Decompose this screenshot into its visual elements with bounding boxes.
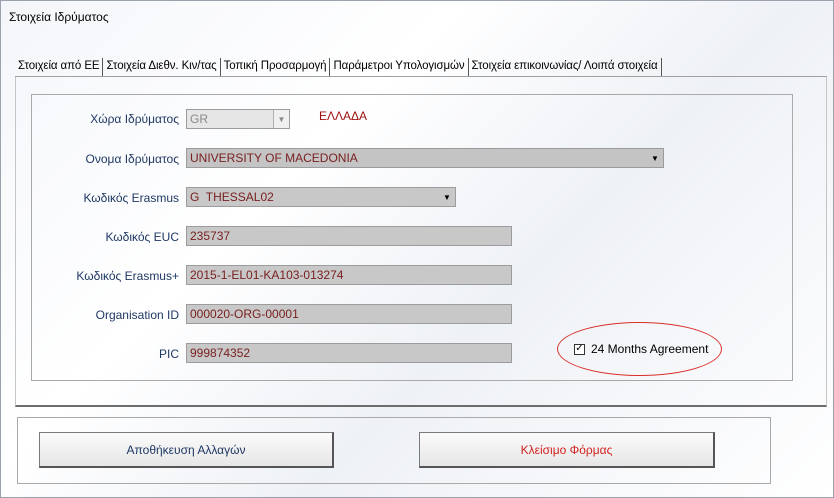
- tab-eu-data[interactable]: Στοιχεία από ΕΕ: [15, 58, 104, 77]
- institution-name-value: UNIVERSITY OF MACEDONIA: [190, 151, 358, 165]
- close-form-button[interactable]: Κλείσιμο Φόρμας: [419, 432, 715, 468]
- tab-local-customization[interactable]: Τοπική Προσαρμογή: [221, 58, 331, 77]
- pic-field[interactable]: 999874352: [186, 343, 512, 363]
- chevron-down-icon[interactable]: ▼: [439, 188, 455, 206]
- country-dropdown[interactable]: GR ▼: [186, 109, 290, 129]
- tab-strip: Στοιχεία από ΕΕ Στοιχεία Διεθν. Κιν/τας …: [15, 58, 662, 77]
- months-agreement-label: 24 Months Agreement: [591, 342, 709, 356]
- erasmus-plus-code-label: Κωδικός Erasmus+: [76, 269, 179, 283]
- tab-international-mobility[interactable]: Στοιχεία Διεθν. Κιν/τας: [103, 58, 221, 77]
- chevron-down-icon[interactable]: ▼: [273, 110, 289, 128]
- erasmus-plus-code-field[interactable]: 2015-1-EL01-KA103-013274: [186, 265, 512, 285]
- window-title: Στοιχεία Ιδρύματος: [9, 10, 109, 24]
- check-icon: ✓: [575, 343, 584, 354]
- tab-calculation-parameters[interactable]: Παράμετροι Υπολογισμών: [330, 58, 469, 77]
- tab-contact-other[interactable]: Στοιχεία επικοινωνίας/ Λοιπά στοιχεία: [469, 58, 662, 77]
- form-window: Στοιχεία Ιδρύματος Στοιχεία από ΕΕ Στοιχ…: [0, 0, 834, 498]
- months-agreement-checkbox[interactable]: ✓: [574, 343, 585, 355]
- erasmus-code-label: Κωδικός Erasmus: [83, 191, 179, 205]
- months-agreement-checkbox-row[interactable]: ✓ 24 Months Agreement: [574, 342, 708, 356]
- euc-code-label: Κωδικός EUC: [105, 230, 179, 244]
- institution-name-label: Ονομα Ιδρύματος: [85, 152, 179, 166]
- erasmus-code-dropdown[interactable]: G THESSAL02 ▼: [186, 187, 456, 207]
- country-name: ΕΛΛΑΔΑ: [319, 109, 368, 123]
- euc-code-field[interactable]: 235737: [186, 226, 512, 246]
- pic-label: PIC: [158, 347, 179, 361]
- save-changes-button[interactable]: Αποθήκευση Αλλαγών: [39, 432, 334, 468]
- organisation-id-label: Organisation ID: [95, 308, 179, 322]
- chevron-down-icon[interactable]: ▼: [647, 149, 663, 167]
- institution-name-dropdown[interactable]: UNIVERSITY OF MACEDONIA ▼: [186, 148, 664, 168]
- organisation-id-field[interactable]: 000020-ORG-00001: [186, 304, 512, 324]
- country-label: Χώρα Ιδρύματος: [90, 112, 179, 126]
- erasmus-code-value: G THESSAL02: [190, 190, 274, 204]
- country-value: GR: [190, 112, 208, 126]
